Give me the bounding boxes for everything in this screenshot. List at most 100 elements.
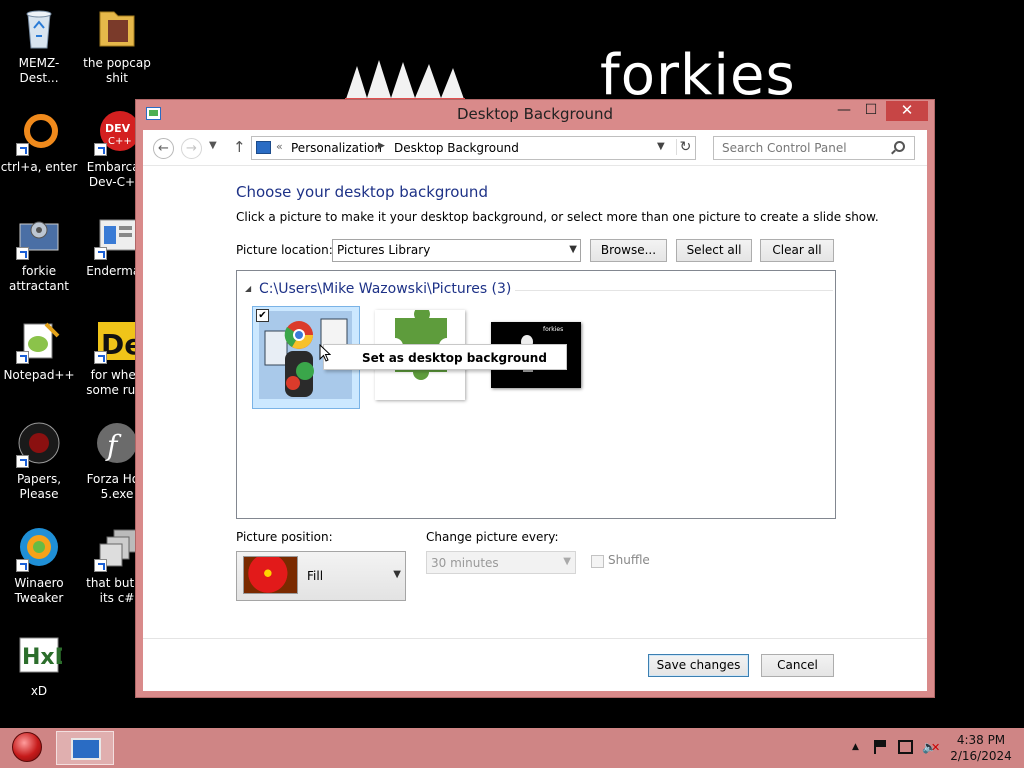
shortcut-arrow-icon [16, 143, 29, 156]
desktop-icon-label: the popcap shit [83, 56, 151, 85]
group-divider [515, 290, 833, 291]
desktop-icon-label: ctrl+a, enter [0, 160, 78, 174]
desktop-icon-notepadpp[interactable]: Notepad++ [0, 318, 78, 383]
control-panel-icon [256, 141, 271, 154]
desktop-background-window: Desktop Background — ☐ ✕ ← → ▼ ↑ « Perso… [135, 99, 935, 698]
select-all-button[interactable]: Select all [676, 239, 752, 262]
control-panel-icon [71, 738, 101, 760]
title-bar[interactable]: Desktop Background — ☐ ✕ [136, 100, 934, 130]
clock-date[interactable]: 2/16/2024 [948, 749, 1014, 763]
desktop-icon-label: forkie attractant [8, 264, 70, 293]
picture-gallery[interactable]: ◢ C:\Users\Mike Wazowski\Pictures (3) ✔ … [236, 270, 836, 519]
recycle-bin-icon [16, 6, 62, 52]
shortcut-arrow-icon [94, 559, 107, 572]
picture-location-select[interactable]: Pictures Library ▼ [332, 239, 581, 262]
devcpp-icon: DEV C++ [94, 110, 140, 156]
search-input[interactable] [714, 137, 889, 159]
network-icon[interactable] [898, 740, 913, 754]
desktop-icon-forkie[interactable]: forkie attractant [0, 214, 78, 294]
desktop-icon-ctrl-a[interactable]: ctrl+a, enter [0, 110, 78, 175]
mouse-pointer-icon [319, 344, 331, 362]
hxd-icon: HxD [16, 634, 73, 680]
wallpaper-mascot-graphic [345, 60, 465, 102]
desktop-icon-papers-please[interactable]: Papers, Please [0, 422, 78, 502]
chevron-down-icon: ▼ [563, 556, 571, 567]
search-box[interactable] [713, 136, 915, 160]
picture-position-label: Picture position: [236, 530, 333, 544]
action-center-flag-icon[interactable] [874, 740, 888, 754]
desktop-icon-label: Winaero Tweaker [14, 576, 64, 605]
flower-preview-icon [243, 556, 298, 594]
cancel-button[interactable]: Cancel [761, 654, 834, 677]
browse-button[interactable]: Browse... [590, 239, 667, 262]
picture-position-select[interactable]: Fill ▼ [236, 551, 406, 601]
up-arrow-icon[interactable]: ↑ [233, 138, 246, 156]
shortcut-arrow-icon [16, 455, 29, 468]
back-arrow-icon[interactable]: ← [153, 138, 174, 159]
notepadpp-icon [16, 318, 62, 364]
address-bar[interactable]: « Personalization ▶ Desktop Background ▼… [251, 136, 696, 160]
breadcrumb-personalization[interactable]: Personalization [291, 141, 382, 155]
maximize-button[interactable]: ☐ [858, 101, 884, 121]
change-picture-select[interactable]: 30 minutes ▼ [426, 551, 576, 574]
window-app-icon [94, 214, 140, 260]
chevron-down-icon: ▼ [393, 569, 401, 580]
clock-time[interactable]: 4:38 PM [948, 733, 1014, 747]
search-icon[interactable] [894, 141, 905, 152]
collapse-triangle-icon[interactable]: ◢ [245, 284, 251, 293]
footer-divider [143, 638, 927, 639]
desktop-icon-label: xD [30, 684, 48, 698]
selected-checkbox[interactable]: ✔ [256, 309, 269, 322]
breadcrumb-desktop-background[interactable]: Desktop Background [394, 141, 519, 155]
winaero-icon [16, 526, 62, 572]
svg-text:C++: C++ [108, 136, 132, 147]
chevron-down-icon: ▼ [569, 244, 577, 255]
refresh-icon[interactable]: ↻ [676, 139, 694, 155]
recent-locations-chevron-down-icon[interactable]: ▼ [209, 140, 217, 151]
window-title: Desktop Background [456, 105, 614, 123]
de-yellow-icon: De [94, 318, 143, 364]
breadcrumb-separator-icon[interactable]: ▶ [378, 141, 385, 151]
shortcut-arrow-icon [94, 143, 107, 156]
window-client-area: ← → ▼ ↑ « Personalization ▶ Desktop Back… [143, 130, 927, 691]
show-hidden-icons-chevron-up-icon[interactable]: ▲ [852, 742, 859, 752]
shuffle-checkbox[interactable] [591, 555, 604, 568]
picture-location-value: Pictures Library [337, 243, 431, 257]
context-menu: Set as desktop background [323, 344, 567, 370]
save-changes-button[interactable]: Save changes [648, 654, 749, 677]
navigation-bar: ← → ▼ ↑ « Personalization ▶ Desktop Back… [143, 130, 927, 166]
address-history-chevron-down-icon[interactable]: ▼ [657, 141, 665, 152]
clear-all-button[interactable]: Clear all [760, 239, 834, 262]
papers-please-icon [16, 422, 62, 468]
page-heading: Choose your desktop background [236, 183, 488, 201]
stacked-windows-icon [94, 526, 140, 572]
folder-icon [94, 6, 140, 52]
desktop-icon-label: MEMZ-Dest... [18, 56, 60, 85]
change-picture-label: Change picture every: [426, 530, 559, 544]
folder-group-header[interactable]: ◢ C:\Users\Mike Wazowski\Pictures (3) [245, 281, 833, 299]
wallpaper-text: forkies [600, 43, 796, 108]
close-button[interactable]: ✕ [886, 101, 928, 121]
instruction-text: Click a picture to make it your desktop … [236, 210, 879, 224]
gear-monitor-icon [16, 214, 62, 260]
desktop-icon-label: Papers, Please [16, 472, 62, 501]
taskbar: ▲ 🔈 ✕ 4:38 PM 2/16/2024 [0, 728, 1024, 768]
desktop-icon-popcap[interactable]: the popcap shit [78, 6, 156, 86]
shortcut-arrow-icon [16, 351, 29, 364]
picture-location-label: Picture location: [236, 243, 333, 257]
context-menu-item-set-background[interactable]: Set as desktop background [362, 351, 547, 365]
shortcut-arrow-icon [94, 247, 107, 260]
forward-arrow-icon[interactable]: → [181, 138, 202, 159]
breadcrumb-overflow-icon[interactable]: « [276, 140, 283, 153]
svg-text:DEV: DEV [105, 122, 131, 135]
orange-ring-icon [16, 110, 62, 156]
desktop-icon-memz[interactable]: MEMZ-Dest... [0, 6, 78, 86]
flash-icon: f [94, 422, 140, 468]
shortcut-arrow-icon [16, 559, 29, 572]
desktop-icon-xd[interactable]: HxD xD [0, 634, 78, 699]
start-button[interactable] [12, 732, 42, 762]
taskbar-control-panel-button[interactable] [56, 731, 114, 765]
change-picture-value: 30 minutes [431, 556, 499, 570]
minimize-button[interactable]: — [831, 101, 857, 121]
desktop-icon-winaero[interactable]: Winaero Tweaker [0, 526, 78, 606]
